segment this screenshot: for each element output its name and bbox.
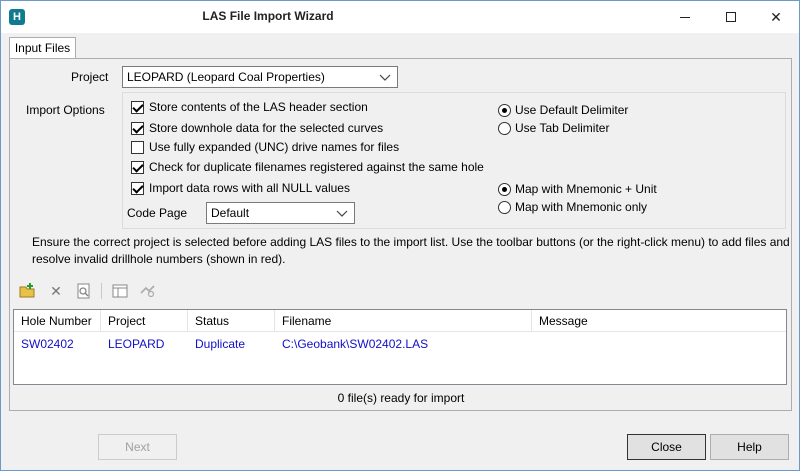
default-delimiter-radio[interactable] [498, 104, 511, 117]
mnemonic-unit-radio[interactable] [498, 183, 511, 196]
resolve-icon[interactable] [139, 282, 157, 300]
code-page-label: Code Page [127, 206, 188, 220]
chevron-down-icon [336, 205, 348, 221]
cell-status: Duplicate [195, 337, 246, 351]
cell-message [532, 335, 539, 353]
import-options-label: Import Options [26, 103, 105, 117]
duplicate-check-checkbox[interactable] [131, 161, 144, 174]
tab-delimiter-radio[interactable] [498, 122, 511, 135]
columns-icon[interactable] [111, 282, 129, 300]
mnemonic-only-label: Map with Mnemonic only [515, 200, 648, 214]
tab-input-files[interactable]: Input Files [9, 37, 76, 59]
import-status-text: 0 file(s) ready for import [337, 391, 465, 405]
delete-icon[interactable]: ✕ [47, 282, 65, 300]
cell-filename: C:\Geobank\SW02402.LAS [282, 337, 429, 351]
close-window-button[interactable]: ✕ [753, 1, 799, 33]
window-title: LAS File Import Wizard [202, 9, 334, 23]
col-project[interactable]: Project [101, 310, 187, 332]
cell-hole-number: SW02402 [21, 337, 74, 351]
minimize-icon [680, 17, 690, 18]
add-files-icon[interactable] [19, 282, 37, 300]
mnemonic-only-radio[interactable] [498, 201, 511, 214]
col-filename[interactable]: Filename [275, 310, 531, 332]
wizard-window: H LAS File Import Wizard ✕ Input Files P… [0, 0, 800, 471]
maximize-icon [726, 12, 736, 22]
mnemonic-unit-label: Map with Mnemonic + Unit [515, 182, 657, 196]
tab-delimiter-label: Use Tab Delimiter [515, 121, 610, 135]
col-status[interactable]: Status [188, 310, 274, 332]
unc-names-checkbox[interactable] [131, 141, 144, 154]
null-rows-checkbox[interactable] [131, 182, 144, 195]
store-header-label: Store contents of the LAS header section [149, 100, 368, 114]
help-button[interactable]: Help [710, 434, 789, 460]
col-hole-number[interactable]: Hole Number [14, 310, 100, 332]
maximize-button[interactable] [708, 1, 754, 33]
store-downhole-checkbox[interactable] [131, 122, 144, 135]
null-rows-label: Import data rows with all NULL values [149, 181, 350, 195]
unc-names-label: Use fully expanded (UNC) drive names for… [149, 140, 400, 154]
find-icon[interactable] [75, 282, 93, 300]
files-grid[interactable]: Hole Number Project Status Filename Mess… [13, 309, 787, 385]
grid-header: Hole Number Project Status Filename Mess… [14, 310, 786, 332]
toolbar-separator [101, 283, 102, 299]
instructions-text: Ensure the correct project is selected b… [32, 235, 790, 266]
code-page-value: Default [211, 206, 250, 220]
minimize-button[interactable] [662, 1, 708, 33]
project-label: Project [71, 70, 109, 84]
chevron-down-icon [379, 69, 391, 85]
col-message[interactable]: Message [532, 310, 786, 332]
title-bar: H LAS File Import Wizard ✕ [1, 1, 799, 33]
project-dropdown[interactable]: LEOPARD (Leopard Coal Properties) [122, 66, 398, 88]
default-delimiter-label: Use Default Delimiter [515, 103, 629, 117]
close-button[interactable]: Close [627, 434, 706, 460]
store-header-checkbox[interactable] [131, 101, 144, 114]
code-page-dropdown[interactable]: Default [206, 202, 355, 224]
next-button[interactable]: Next [98, 434, 177, 460]
project-dropdown-value: LEOPARD (Leopard Coal Properties) [127, 70, 325, 84]
duplicate-check-label: Check for duplicate filenames registered… [149, 160, 484, 174]
store-downhole-label: Store downhole data for the selected cur… [149, 121, 384, 135]
close-icon: ✕ [770, 9, 782, 25]
cell-project: LEOPARD [108, 337, 165, 351]
